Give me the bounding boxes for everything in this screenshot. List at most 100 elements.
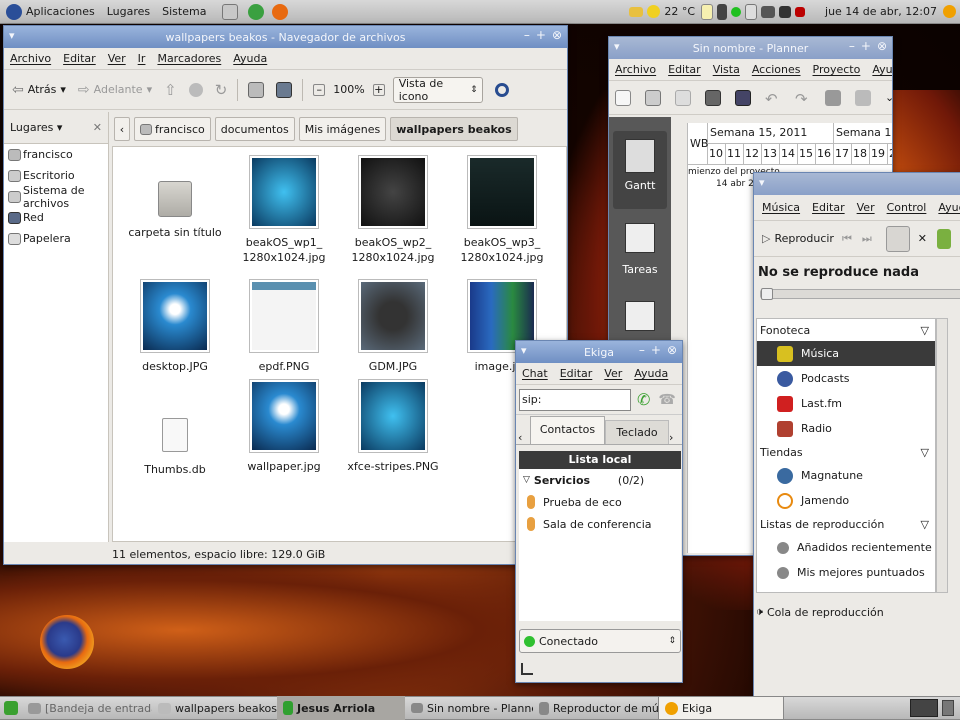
home-launcher-icon[interactable] xyxy=(222,3,239,20)
close-button[interactable]: ⊗ xyxy=(667,343,677,357)
sidebar-type-select[interactable]: Lugares ▾ xyxy=(10,121,62,134)
tabs-scroll-right[interactable]: › xyxy=(669,431,679,444)
menu-ayuda[interactable]: Ayuda xyxy=(866,63,892,76)
stop-button[interactable] xyxy=(183,76,209,104)
file-item[interactable]: wallpaper.jpg xyxy=(229,379,339,474)
section-header-stores[interactable]: Tiendas ▽ xyxy=(757,441,935,463)
tab-teclado[interactable]: Teclado xyxy=(605,420,669,444)
task-mail[interactable]: [Bandeja de entrada (... xyxy=(22,696,152,720)
path-documentos[interactable]: documentos xyxy=(214,117,295,141)
zoom-in-button[interactable]: + xyxy=(367,76,391,104)
repeat-button[interactable] xyxy=(885,225,910,252)
file-item[interactable]: beakOS_wp2_ 1280x1024.jpg xyxy=(338,155,448,265)
maximize-button[interactable]: + xyxy=(651,343,661,357)
source-music[interactable]: Música xyxy=(757,341,935,366)
menu-ayuda[interactable]: Ayuda xyxy=(227,52,273,65)
hangup-icon[interactable]: ☎ xyxy=(658,392,675,408)
planner-titlebar[interactable]: ▾ Sin nombre - Planner – + ⊗ xyxy=(609,37,892,59)
window-menu-icon[interactable]: ▾ xyxy=(614,40,620,53)
file-item[interactable]: xfce-stripes.PNG xyxy=(338,379,448,474)
weather-sun-icon[interactable] xyxy=(647,5,661,18)
trash-applet-icon[interactable] xyxy=(942,700,954,716)
reload-button[interactable]: ↻ xyxy=(209,76,234,104)
web-launcher-icon[interactable] xyxy=(248,3,265,20)
shuffle-icon[interactable]: ✕ xyxy=(918,232,927,245)
print-icon[interactable] xyxy=(705,89,721,106)
music-player-titlebar[interactable]: ▾ xyxy=(754,173,960,195)
ekiga-titlebar[interactable]: ▾ Ekiga – + ⊗ xyxy=(516,341,682,363)
forward-button[interactable]: ⇨ Adelante ▾ xyxy=(72,76,158,104)
file-browser-titlebar[interactable]: ▾ wallpapers beakos - Navegador de archi… xyxy=(4,26,567,48)
source-lastfm[interactable]: Last.fm xyxy=(757,391,935,416)
menu-acciones[interactable]: Acciones xyxy=(746,63,807,76)
network-icon[interactable] xyxy=(761,5,776,18)
menu-ayuda[interactable]: Ayuda xyxy=(628,367,674,380)
menu-editar[interactable]: Editar xyxy=(806,201,851,214)
print-preview-icon[interactable] xyxy=(735,89,751,106)
sip-uri-field[interactable]: sip: xyxy=(519,388,631,411)
call-icon[interactable]: ✆ xyxy=(637,390,650,409)
show-desktop-icon[interactable] xyxy=(4,701,18,715)
minimize-button[interactable]: – xyxy=(849,39,855,53)
insert-task-icon[interactable] xyxy=(825,89,841,106)
seek-slider[interactable] xyxy=(760,288,960,300)
computer-button[interactable] xyxy=(270,76,298,104)
close-button[interactable]: ⊗ xyxy=(877,39,887,53)
close-button[interactable]: ⊗ xyxy=(552,28,562,42)
previous-icon[interactable]: ⏮ xyxy=(842,232,852,246)
sidebar-item-francisco[interactable]: francisco xyxy=(4,144,108,165)
user-status-icon[interactable] xyxy=(943,5,956,18)
maximize-button[interactable]: + xyxy=(536,28,546,42)
file-item[interactable]: epdf.PNG xyxy=(229,279,339,374)
sidebar-toggle-icon[interactable] xyxy=(937,228,951,249)
window-menu-icon[interactable]: ▾ xyxy=(521,344,527,357)
view-tasks[interactable]: Tareas xyxy=(613,215,667,293)
menu-archivo[interactable]: Archivo xyxy=(609,63,662,76)
open-icon[interactable] xyxy=(645,89,661,106)
menu-musica[interactable]: Música xyxy=(756,201,806,214)
up-button[interactable]: ⇧ xyxy=(158,76,183,104)
back-button[interactable]: ⇦ Atrás ▾ xyxy=(6,76,72,104)
contact-item[interactable]: Prueba de eco xyxy=(519,491,681,513)
places-menu[interactable]: Lugares xyxy=(101,0,156,24)
sidebar-item-filesystem[interactable]: Sistema de archivos xyxy=(4,184,108,210)
file-item[interactable]: desktop.JPG xyxy=(120,279,230,374)
menu-proyecto[interactable]: Proyecto xyxy=(807,63,867,76)
undo-icon[interactable]: ↶ xyxy=(765,90,781,108)
menu-marcadores[interactable]: Marcadores xyxy=(151,52,227,65)
path-mis-imagenes[interactable]: Mis imágenes xyxy=(298,117,387,141)
path-scroll-left[interactable]: ‹ xyxy=(114,117,130,141)
maximize-button[interactable]: + xyxy=(861,39,871,53)
menu-editar[interactable]: Editar xyxy=(57,52,102,65)
weather-temp[interactable]: 22 °C xyxy=(664,5,695,18)
sidebar-item-trash[interactable]: Papelera xyxy=(4,228,108,249)
notes-icon[interactable] xyxy=(701,3,714,20)
save-icon[interactable] xyxy=(675,89,691,106)
presence-select[interactable]: Conectado ⇕ xyxy=(519,629,681,653)
remove-task-icon[interactable] xyxy=(855,89,871,106)
file-icon-view[interactable]: carpeta sin título beakOS_wp1_ 1280x1024… xyxy=(112,146,567,542)
task-planner[interactable]: Sin nombre - Planner xyxy=(405,696,533,720)
clock[interactable]: jue 14 de abr, 12:07 xyxy=(825,5,937,18)
menu-vista[interactable]: Vista xyxy=(707,63,746,76)
alert-icon[interactable] xyxy=(795,6,806,17)
menu-chat[interactable]: Chat xyxy=(516,367,554,380)
menu-ver[interactable]: Ver xyxy=(851,201,881,214)
sidebar-item-network[interactable]: Red xyxy=(4,207,108,228)
seek-handle[interactable] xyxy=(761,288,773,300)
file-item[interactable]: carpeta sin título xyxy=(120,181,230,240)
new-project-icon[interactable] xyxy=(615,89,631,106)
menu-ver[interactable]: Ver xyxy=(598,367,628,380)
status-green-icon[interactable] xyxy=(731,6,742,17)
task-music-player[interactable]: Reproductor de música xyxy=(533,696,658,720)
applications-menu[interactable]: Aplicaciones xyxy=(0,0,101,24)
playlist-recent[interactable]: Añadidos recientemente xyxy=(757,535,935,560)
source-jamendo[interactable]: Jamendo xyxy=(757,488,935,513)
source-podcasts[interactable]: Podcasts xyxy=(757,366,935,391)
redo-icon[interactable]: ↷ xyxy=(795,90,811,108)
group-servicios[interactable]: ▽ Servicios (0/2) xyxy=(519,469,681,491)
section-header-playlists[interactable]: Listas de reproducción ▽ xyxy=(757,513,935,535)
firefox-launcher-icon[interactable] xyxy=(272,3,289,20)
menu-ver[interactable]: Ver xyxy=(102,52,132,65)
clipboard-icon[interactable] xyxy=(745,3,758,20)
